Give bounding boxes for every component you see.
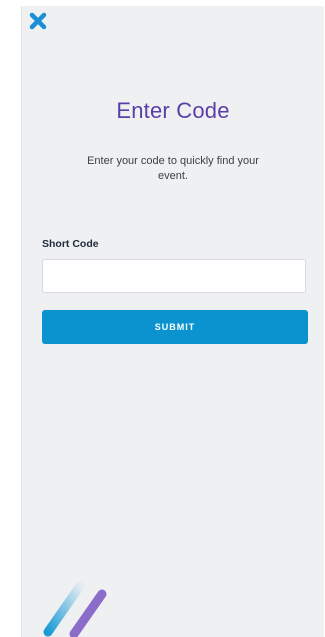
close-button[interactable] — [27, 10, 49, 32]
brand-logo-icon — [43, 581, 107, 637]
page-title: Enter Code — [116, 98, 230, 123]
page-subtitle: Enter your code to quickly find your eve… — [87, 155, 259, 182]
close-icon[interactable] — [27, 10, 49, 32]
enter-code-panel: Enter Code Enter your code to quickly fi… — [21, 6, 324, 637]
short-code-label: Short Code — [42, 238, 99, 250]
short-code-input[interactable] — [42, 259, 306, 293]
submit-button[interactable]: SUBMIT — [42, 310, 308, 344]
